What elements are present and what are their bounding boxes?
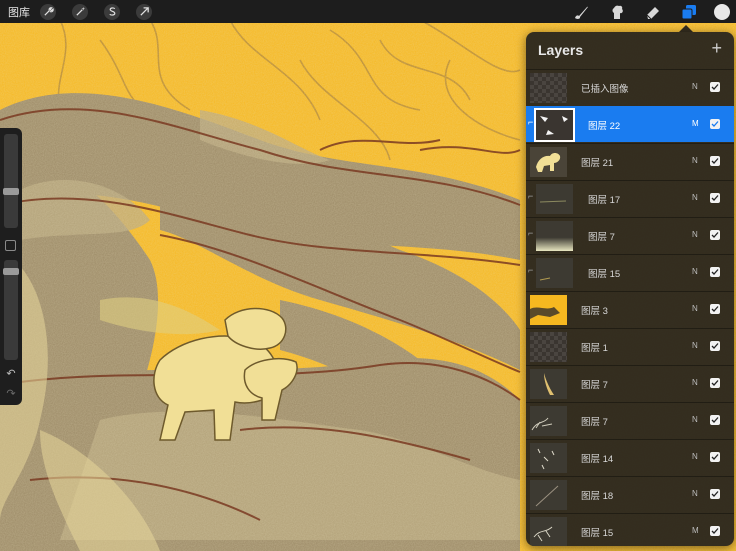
blend-mode-button[interactable]: N — [692, 267, 698, 276]
clipping-mask-icon: ⌐ — [528, 265, 534, 275]
layer-thumbnail — [530, 369, 567, 399]
visibility-checkbox[interactable] — [710, 82, 720, 92]
layer-row[interactable]: 图层 1 N — [526, 328, 734, 364]
opacity-handle[interactable] — [3, 268, 19, 275]
opacity-slider[interactable] — [4, 260, 18, 360]
visibility-checkbox[interactable] — [710, 526, 720, 536]
layer-name: 图层 18 — [581, 491, 614, 502]
brush-size-handle[interactable] — [3, 188, 19, 195]
top-toolbar: 图库 — [0, 0, 736, 23]
layers-icon[interactable] — [678, 2, 700, 22]
layer-name: 图层 22 — [588, 121, 621, 132]
visibility-checkbox[interactable] — [710, 119, 720, 129]
layer-row[interactable]: 图层 18 N — [526, 476, 734, 512]
layer-row[interactable]: 图层 3 N — [526, 291, 734, 327]
layer-row[interactable]: ⌐ 图层 15 N — [526, 254, 734, 290]
selection-icon[interactable] — [104, 3, 120, 20]
layer-row[interactable]: 图层 15 M — [526, 513, 734, 546]
layer-row-selected[interactable]: ⌐ 图层 22 M — [526, 106, 734, 142]
tool-group — [570, 0, 736, 23]
layer-row[interactable]: 已插入图像 N — [526, 69, 734, 105]
brush-icon[interactable] — [570, 2, 592, 22]
layers-title: Layers — [538, 42, 584, 58]
layer-name: 图层 14 — [581, 454, 614, 465]
visibility-checkbox[interactable] — [710, 230, 720, 240]
visibility-checkbox[interactable] — [710, 452, 720, 462]
layer-name: 图层 17 — [588, 195, 621, 206]
visibility-checkbox[interactable] — [710, 378, 720, 388]
layers-panel: Layers + 已插入图像 N ⌐ 图层 22 M 图层 21 N ⌐ 图层 … — [526, 32, 734, 546]
eraser-icon[interactable] — [642, 2, 664, 22]
blend-mode-button[interactable]: N — [692, 452, 698, 461]
add-layer-button[interactable]: + — [711, 39, 722, 57]
layer-row[interactable]: 图层 14 N — [526, 439, 734, 475]
blend-mode-button[interactable]: M — [692, 119, 699, 128]
layer-thumbnail — [530, 406, 567, 436]
layer-thumbnail — [536, 184, 573, 214]
visibility-checkbox[interactable] — [710, 193, 720, 203]
color-picker-button[interactable] — [714, 3, 730, 20]
layer-row[interactable]: 图层 7 N — [526, 365, 734, 401]
undo-icon[interactable]: ↶ — [4, 368, 18, 380]
layer-row[interactable]: ⌐ 图层 7 N — [526, 217, 734, 253]
visibility-checkbox[interactable] — [710, 304, 720, 314]
redo-icon[interactable]: ↷ — [4, 388, 18, 400]
layer-row[interactable]: 图层 21 N — [526, 143, 734, 179]
gallery-button[interactable]: 图库 — [8, 4, 30, 20]
blend-mode-button[interactable]: N — [692, 341, 698, 350]
layer-name: 已插入图像 — [581, 84, 629, 95]
layer-thumbnail — [530, 517, 567, 546]
layer-row[interactable]: ⌐ 图层 17 N — [526, 180, 734, 216]
layer-name: 图层 7 — [588, 232, 615, 243]
layer-thumbnail — [530, 443, 567, 473]
layer-name: 图层 21 — [581, 158, 614, 169]
clipping-mask-icon: ⌐ — [528, 117, 534, 127]
wrench-icon[interactable] — [40, 3, 56, 20]
blend-mode-button[interactable]: N — [692, 82, 698, 91]
clipping-mask-icon: ⌐ — [528, 191, 534, 201]
layer-thumbnail — [536, 221, 573, 251]
blend-mode-button[interactable]: N — [692, 304, 698, 313]
clipping-mask-icon: ⌐ — [528, 228, 534, 238]
layer-thumbnail — [530, 73, 567, 103]
transform-arrow-icon[interactable] — [136, 3, 152, 20]
magic-wand-icon[interactable] — [72, 3, 88, 20]
panel-caret — [679, 25, 693, 32]
left-sidebar: ↶ ↷ — [0, 128, 22, 405]
layer-name: 图层 15 — [581, 528, 614, 539]
blend-mode-button[interactable]: N — [692, 415, 698, 424]
layer-name: 图层 3 — [581, 306, 608, 317]
layer-thumbnail — [530, 480, 567, 510]
layer-row[interactable]: 图层 7 N — [526, 402, 734, 438]
visibility-checkbox[interactable] — [710, 156, 720, 166]
layer-name: 图层 7 — [581, 417, 608, 428]
layer-name: 图层 15 — [588, 269, 621, 280]
blend-mode-button[interactable]: N — [692, 230, 698, 239]
visibility-checkbox[interactable] — [710, 489, 720, 499]
blend-mode-button[interactable]: N — [692, 378, 698, 387]
layer-thumbnail — [530, 332, 567, 362]
modify-button[interactable] — [5, 240, 16, 251]
layer-thumbnail — [530, 147, 567, 177]
layer-thumbnail — [536, 258, 573, 288]
visibility-checkbox[interactable] — [710, 415, 720, 425]
visibility-checkbox[interactable] — [710, 341, 720, 351]
visibility-checkbox[interactable] — [710, 267, 720, 277]
layer-thumbnail — [534, 108, 575, 142]
layer-thumbnail — [530, 295, 567, 325]
blend-mode-button[interactable]: N — [692, 489, 698, 498]
brush-size-slider[interactable] — [4, 134, 18, 228]
layer-name: 图层 1 — [581, 343, 608, 354]
blend-mode-button[interactable]: N — [692, 156, 698, 165]
blend-mode-button[interactable]: N — [692, 193, 698, 202]
blend-mode-button[interactable]: M — [692, 526, 699, 535]
smudge-icon[interactable] — [606, 2, 628, 22]
layer-name: 图层 7 — [581, 380, 608, 391]
